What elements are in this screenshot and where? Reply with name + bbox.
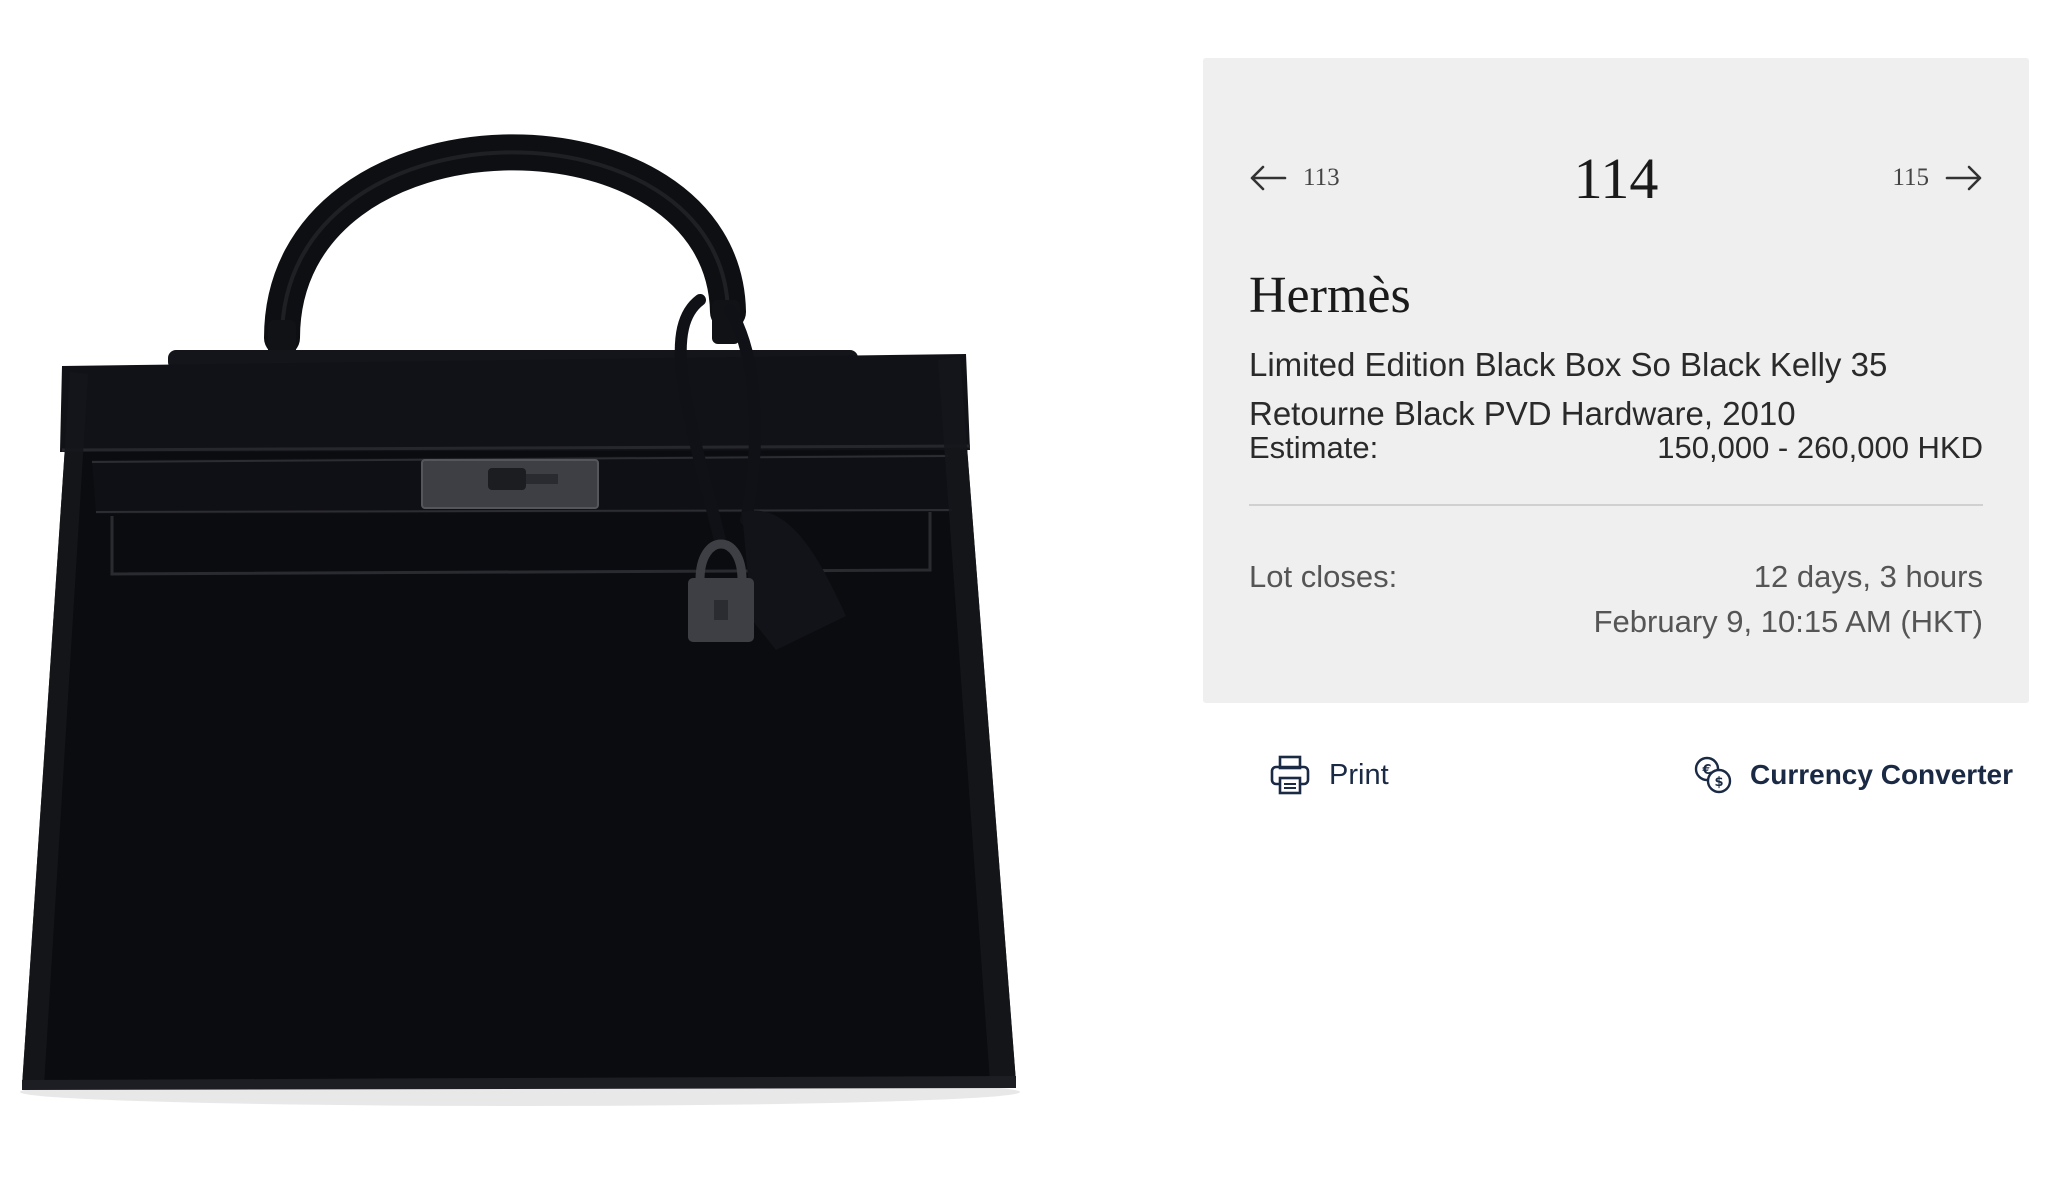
lot-info-panel: 113 114 115 Hermès Limited Edition Black… bbox=[1203, 58, 2029, 703]
printer-icon bbox=[1269, 754, 1311, 796]
currency-converter-button[interactable]: € $ Currency Converter bbox=[1692, 754, 2013, 796]
lot-closes-values: 12 days, 3 hours February 9, 10:15 AM (H… bbox=[1594, 554, 1983, 644]
currency-converter-label: Currency Converter bbox=[1750, 759, 2013, 790]
arrow-right-icon bbox=[1945, 165, 1983, 191]
lot-closes-label: Lot closes: bbox=[1249, 559, 1398, 594]
estimate-value: 150,000 - 260,000 HKD bbox=[1657, 430, 1983, 465]
print-button[interactable]: Print bbox=[1269, 754, 1389, 796]
estimate-row: Estimate: 150,000 - 260,000 HKD bbox=[1249, 430, 1983, 466]
print-label: Print bbox=[1329, 758, 1389, 791]
lot-actions: Print € $ Currency Converter bbox=[1203, 740, 2029, 810]
lot-closes-datetime: February 9, 10:15 AM (HKT) bbox=[1593, 604, 1983, 639]
product-image[interactable] bbox=[0, 0, 1040, 1199]
lot-navigation: 113 114 115 bbox=[1203, 58, 2029, 208]
divider bbox=[1249, 504, 1983, 506]
lot-maker: Hermès bbox=[1249, 267, 1411, 324]
estimate-label: Estimate: bbox=[1249, 430, 1379, 465]
lot-closes-row: Lot closes: 12 days, 3 hours February 9,… bbox=[1249, 554, 1983, 644]
svg-text:$: $ bbox=[1714, 775, 1723, 790]
currency-exchange-icon: € $ bbox=[1692, 754, 1734, 796]
next-lot-number: 115 bbox=[1892, 164, 1929, 191]
lot-closes-countdown: 12 days, 3 hours bbox=[1753, 559, 1983, 594]
handbag-illustration bbox=[20, 134, 1020, 1106]
lot-title: Limited Edition Black Box So Black Kelly… bbox=[1249, 346, 1888, 432]
next-lot-link[interactable]: 115 bbox=[1892, 164, 1983, 192]
